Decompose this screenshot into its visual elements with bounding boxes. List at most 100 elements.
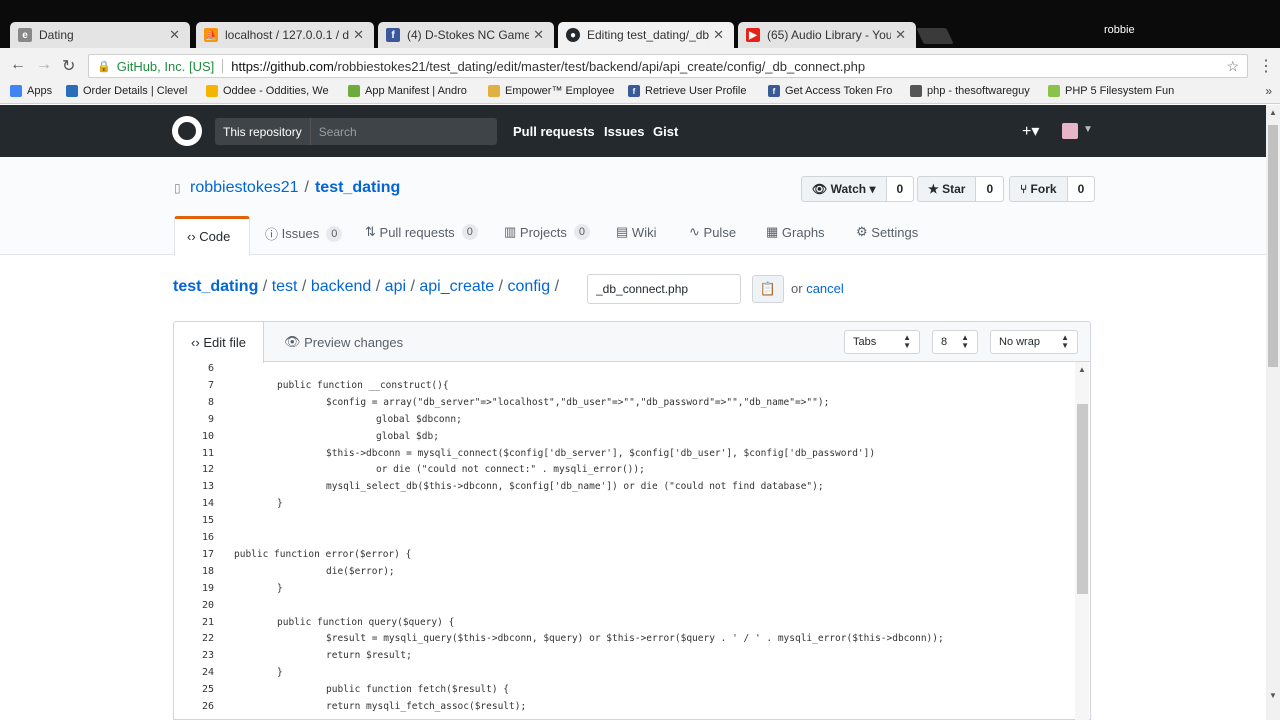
nav-gist[interactable]: Gist — [653, 124, 678, 139]
security-indicator[interactable]: GitHub, Inc. [US] — [117, 59, 215, 74]
watch-count[interactable]: 0 — [886, 177, 914, 201]
bookmark-item[interactable]: Empower™ Employee — [488, 85, 616, 97]
url-host: https://github.com — [231, 58, 334, 74]
nav-pull-requests[interactable]: Pull requests — [513, 124, 595, 139]
code-line: } — [277, 498, 283, 510]
scroll-down-icon[interactable]: ▼ — [1269, 691, 1277, 700]
bookmark-item[interactable]: Order Details | Clevel — [66, 85, 194, 97]
back-icon[interactable]: ← — [10, 56, 26, 74]
cancel-link[interactable]: cancel — [806, 281, 844, 296]
tab-wiki[interactable]: ▤ Wiki — [616, 224, 656, 240]
bookmark-item[interactable]: f Retrieve User Profile — [628, 85, 756, 97]
tab-projects[interactable]: ▥ Projects 0 — [504, 224, 591, 240]
breadcrumb-item[interactable]: config — [507, 278, 550, 295]
site-icon — [488, 85, 500, 97]
forward-icon[interactable]: → — [36, 56, 52, 74]
new-tab-button[interactable] — [916, 28, 954, 44]
chevron-down-icon[interactable]: ▼ — [1083, 124, 1093, 135]
select-arrows-icon: ▲ ▼ — [961, 333, 969, 350]
nav-issues[interactable]: Issues — [604, 124, 644, 139]
tab-pulse[interactable]: ∿ Pulse — [689, 224, 736, 240]
page-scroll-thumb[interactable] — [1268, 125, 1278, 367]
close-icon[interactable]: ✕ — [533, 27, 544, 43]
fork-label: Fork — [1030, 182, 1057, 196]
pull-request-icon: ⇅ — [365, 224, 376, 239]
wrap-mode-select[interactable]: No wrap ▲ ▼ — [990, 330, 1078, 354]
repo-name-link[interactable]: test_dating — [315, 179, 400, 196]
breadcrumb-item[interactable]: test — [272, 278, 298, 295]
tab-title: (4) D-Stokes NC Game St — [407, 28, 530, 42]
code-line: global $dbconn; — [376, 413, 462, 425]
close-icon[interactable]: ✕ — [169, 27, 180, 43]
lock-icon: 🔒 — [97, 60, 111, 73]
fork-count[interactable]: 0 — [1067, 177, 1095, 201]
breadcrumb-item[interactable]: api_create — [419, 278, 494, 295]
profile-name[interactable]: robbie — [1104, 24, 1135, 36]
scroll-up-icon[interactable]: ▲ — [1269, 108, 1277, 117]
search-input[interactable]: This repository Search — [215, 118, 497, 145]
more-bookmarks-icon[interactable]: » — [1265, 84, 1272, 98]
repo-owner-link[interactable]: robbiestokes21 — [190, 179, 299, 196]
code-area[interactable]: 6 7 public function __construct(){8 $config… — [174, 363, 1074, 719]
tab-pull-requests[interactable]: ⇅ Pull requests 0 — [365, 224, 478, 240]
github-logo-icon[interactable] — [172, 116, 202, 146]
bookmark-star-icon[interactable]: ☆ — [1226, 58, 1239, 75]
line-number: 6 — [207, 363, 214, 374]
tab-preview-changes[interactable]: 👁 Preview changes — [284, 334, 403, 350]
code-line: mysqli_select_db($this->dbconn, $config[… — [326, 481, 824, 493]
browser-tab-youtube[interactable]: ▶ (65) Audio Library - YouT ✕ — [738, 22, 916, 48]
close-icon[interactable]: ✕ — [713, 27, 724, 43]
tab-graphs[interactable]: ▦ Graphs — [766, 224, 825, 240]
address-bar[interactable]: 🔒 GitHub, Inc. [US] https://github.com/r… — [88, 54, 1248, 78]
bookmark-item[interactable]: Oddee - Oddities, We — [206, 85, 334, 97]
apps-grid-icon — [10, 85, 22, 97]
browser-tab-dating[interactable]: e Dating ✕ — [10, 22, 190, 48]
bookmark-item[interactable]: PHP 5 Filesystem Fun — [1048, 85, 1178, 97]
filename-input[interactable] — [587, 274, 741, 304]
line-number: 23 — [201, 650, 214, 662]
code-line: return $result; — [326, 650, 412, 662]
site-icon — [206, 85, 218, 97]
tab-issues[interactable]: ⓘ Issues 0 — [265, 224, 343, 243]
breadcrumb-item[interactable]: api — [385, 278, 406, 295]
create-new-plus-icon[interactable]: +▾ — [1022, 121, 1039, 141]
bookmark-label: Get Access Token Fro — [785, 85, 893, 97]
line-number: 16 — [201, 532, 214, 543]
browser-tab-strip: e Dating ✕ ⛵ localhost / 127.0.0.1 / da … — [0, 0, 1280, 48]
browser-tab-github[interactable]: ● Editing test_dating/_db_ ✕ — [558, 22, 734, 48]
avatar[interactable] — [1062, 123, 1078, 139]
tab-edit-file[interactable]: ‹› Edit file — [174, 322, 264, 363]
close-icon[interactable]: ✕ — [353, 27, 364, 43]
clipboard-icon: 📋 — [759, 281, 777, 296]
code-line: public function fetch($result) { — [326, 684, 510, 696]
bookmark-item[interactable]: f Get Access Token Fro — [768, 85, 896, 97]
star-count[interactable]: 0 — [976, 177, 1004, 201]
tab-settings[interactable]: ⚙ Settings — [856, 224, 918, 240]
bookmark-item[interactable]: php - thesoftwareguy — [910, 85, 1038, 97]
select-arrows-icon: ▲ ▼ — [1061, 333, 1069, 350]
star-button[interactable]: ★ Star 0 — [917, 176, 1005, 202]
copy-path-button[interactable]: 📋 — [752, 275, 784, 303]
tab-code-label[interactable]: ‹› Code — [187, 229, 230, 244]
browser-tab-facebook[interactable]: f (4) D-Stokes NC Game St ✕ — [378, 22, 554, 48]
breadcrumb-root[interactable]: test_dating — [173, 278, 258, 295]
eye-icon: 👁 — [812, 182, 828, 196]
breadcrumb-item[interactable]: backend — [311, 278, 372, 295]
indent-mode-select[interactable]: Tabs ▲ ▼ — [844, 330, 920, 354]
editor-scroll-thumb[interactable] — [1077, 404, 1088, 594]
eye-icon: 👁 — [284, 334, 301, 349]
code-icon: ‹› — [191, 335, 200, 350]
issues-count: 0 — [326, 225, 343, 242]
bookmark-apps[interactable]: Apps — [10, 85, 60, 97]
fork-button[interactable]: ⑂ Fork 0 — [1009, 176, 1096, 202]
browser-menu-icon[interactable]: ⋮ — [1258, 56, 1274, 76]
browser-tab-localhost[interactable]: ⛵ localhost / 127.0.0.1 / da ✕ — [196, 22, 374, 48]
scroll-up-icon[interactable]: ▲ — [1078, 365, 1086, 374]
close-icon[interactable]: ✕ — [895, 27, 906, 43]
code-line: } — [277, 667, 283, 679]
bookmark-item[interactable]: App Manifest | Andro — [348, 85, 476, 97]
watch-button[interactable]: 👁 Watch ▾ 0 — [801, 176, 915, 202]
indent-size-select[interactable]: 8 ▲ ▼ — [932, 330, 978, 354]
reload-icon[interactable]: ↻ — [62, 56, 75, 76]
code-line: $this->dbconn = mysqli_connect($config['… — [326, 447, 876, 459]
